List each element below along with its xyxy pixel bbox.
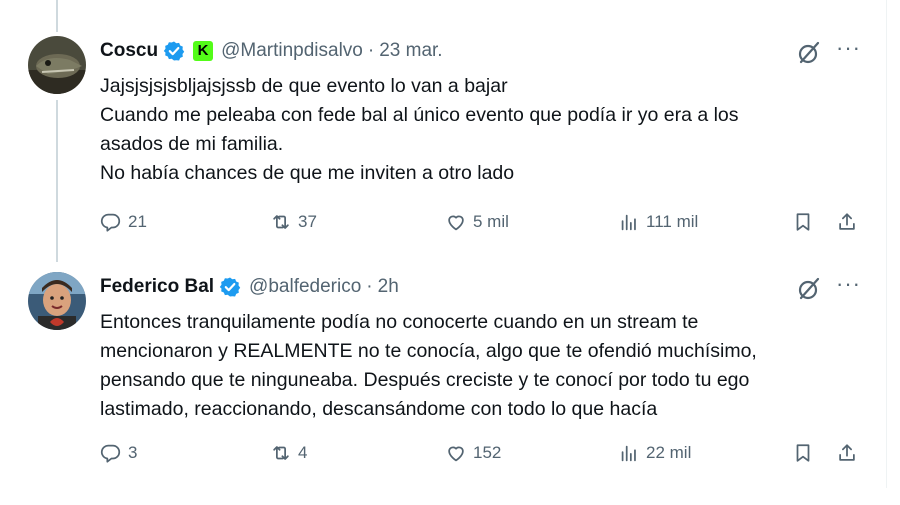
- tweet-text-line: asados de mi familia.: [100, 133, 284, 155]
- bookmark-icon: [796, 444, 810, 462]
- timeline-border: [886, 0, 887, 488]
- reply-icon: [100, 444, 121, 463]
- tweet-header: Coscu K @Martinpdisalvo · 23 mar.: [100, 38, 443, 64]
- repost-button[interactable]: 37: [270, 207, 317, 237]
- user-handle[interactable]: @Martinpdisalvo: [221, 40, 363, 62]
- separator-dot: ·: [367, 40, 375, 61]
- verified-badge-icon: [219, 276, 241, 298]
- tweet-text-line: Jajsjsjsjsbljajsjssb de que evento lo va…: [100, 75, 508, 97]
- share-icon: [839, 444, 855, 461]
- tweet-text-line: Cuando me peleaba con fede bal al único …: [100, 104, 739, 126]
- repost-icon: [273, 215, 289, 229]
- avatar-federico-bal[interactable]: [28, 272, 86, 330]
- tweet-text-line: Entonces tranquilamente podía no conocer…: [100, 311, 699, 333]
- like-count: 152: [473, 443, 502, 462]
- views-count: 111 mil: [646, 212, 699, 231]
- share-icon: [839, 213, 855, 230]
- share-button[interactable]: [836, 438, 864, 468]
- analytics-icon: [621, 445, 636, 462]
- like-button[interactable]: 5 mil: [445, 207, 509, 237]
- tweet-timestamp[interactable]: 2h: [378, 276, 399, 298]
- repost-count: 4: [298, 443, 308, 462]
- tweet-actions: 21 37 5 mil 111 mil: [100, 207, 870, 237]
- heart-icon: [448, 215, 464, 231]
- bookmark-icon: [796, 213, 810, 231]
- thread-connector: [56, 100, 58, 262]
- share-button[interactable]: [836, 207, 864, 237]
- user-handle[interactable]: @balfederico: [249, 276, 361, 298]
- analytics-icon: [621, 214, 636, 231]
- reply-button[interactable]: 3: [100, 438, 137, 468]
- repost-button[interactable]: 4: [270, 438, 307, 468]
- display-name[interactable]: Federico Bal: [100, 276, 214, 298]
- display-name[interactable]: Coscu: [100, 40, 158, 62]
- like-button[interactable]: 152: [445, 438, 501, 468]
- grok-icon[interactable]: [796, 276, 822, 302]
- tweet-text-line: lastimado, reaccionando, descansándome c…: [100, 398, 658, 420]
- verified-badge-icon: [163, 40, 185, 62]
- views-button[interactable]: 22 mil: [618, 438, 691, 468]
- repost-icon: [273, 446, 289, 460]
- grok-icon[interactable]: [796, 40, 822, 66]
- tweet-timestamp[interactable]: 23 mar.: [379, 40, 442, 62]
- more-options-button[interactable]: ···: [836, 273, 860, 298]
- thread-connector-top: [56, 0, 58, 32]
- separator-dot: ·: [366, 276, 373, 297]
- heart-icon: [448, 446, 464, 462]
- reply-count: 3: [128, 443, 138, 462]
- kick-badge-icon: K: [193, 41, 214, 61]
- bookmark-button[interactable]: [792, 207, 820, 237]
- tweet-text: Jajsjsjsjsbljajsjssb de que evento lo va…: [100, 72, 870, 188]
- tweet-actions: 3 4 152 22 mil: [100, 438, 870, 468]
- avatar-coscu[interactable]: [28, 36, 86, 94]
- more-options-button[interactable]: ···: [836, 37, 860, 62]
- views-button[interactable]: 111 mil: [618, 207, 698, 237]
- tweet-text: Entonces tranquilamente podía no conocer…: [100, 308, 870, 424]
- repost-count: 37: [298, 212, 317, 231]
- reply-count: 21: [128, 212, 147, 231]
- views-count: 22 mil: [646, 443, 692, 462]
- reply-icon: [100, 213, 121, 232]
- tweet-text-line: pensando que te ninguneaba. Después crec…: [100, 369, 750, 391]
- like-count: 5 mil: [473, 212, 509, 231]
- tweet-text-line: No había chances de que me inviten a otr…: [100, 162, 515, 184]
- bookmark-button[interactable]: [792, 438, 820, 468]
- tweet-header: Federico Bal @balfederico · 2h: [100, 274, 399, 300]
- tweet-text-line: mencionaron y REALMENTE no te conocía, a…: [100, 340, 757, 362]
- reply-button[interactable]: 21: [100, 207, 147, 237]
